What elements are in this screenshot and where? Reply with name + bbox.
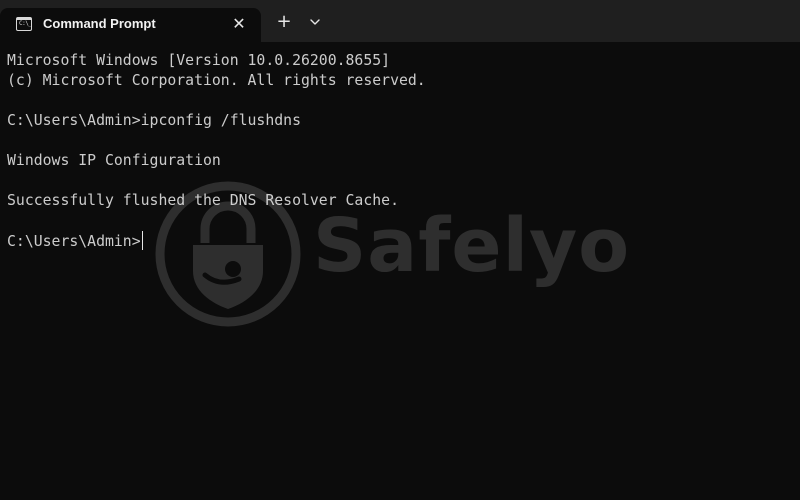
terminal-line: (c) Microsoft Corporation. All rights re… — [7, 72, 426, 89]
new-tab-button[interactable]: + — [273, 10, 295, 34]
shield-lock-icon — [155, 181, 301, 327]
terminal-prompt: C:\Users\Admin> — [7, 233, 141, 250]
cmd-icon: C:\_ — [16, 17, 32, 31]
text-cursor — [141, 231, 144, 250]
terminal-line: C:\Users\Admin>ipconfig /flushdns — [7, 112, 301, 129]
tab-bar: C:\_ Command Prompt ✕ + — [0, 0, 800, 42]
plus-icon: + — [276, 11, 292, 32]
chevron-down-icon — [310, 19, 320, 25]
watermark: Safelyo — [153, 179, 653, 329]
terminal-prompt-line: C:\Users\Admin> — [7, 231, 144, 252]
terminal-line: Windows IP Configuration — [7, 152, 221, 169]
watermark-text: Safelyo — [313, 203, 631, 289]
close-tab-button[interactable]: ✕ — [227, 12, 251, 36]
tab-title: Command Prompt — [43, 16, 156, 31]
cmd-icon-glyph: C:\_ — [19, 20, 32, 27]
command-prompt-window: C:\_ Command Prompt ✕ + Microsoft Window… — [0, 0, 800, 500]
terminal-line: Microsoft Windows [Version 10.0.26200.86… — [7, 52, 391, 69]
close-icon: ✕ — [232, 14, 246, 33]
tab-dropdown-button[interactable] — [305, 12, 325, 32]
tab-command-prompt[interactable]: C:\_ Command Prompt ✕ — [0, 8, 261, 42]
